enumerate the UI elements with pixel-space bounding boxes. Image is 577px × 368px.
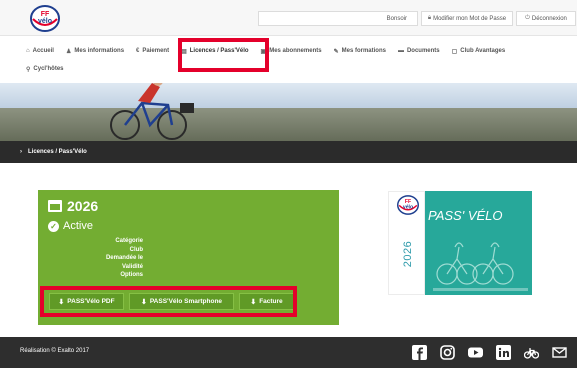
breadcrumb-current: Licences / Pass'Vélo xyxy=(28,149,87,155)
ffvelo-logo[interactable]: FF vélo xyxy=(30,5,60,32)
field-label-categorie: Catégorie xyxy=(115,238,143,244)
button-label: Facture xyxy=(259,298,283,305)
bike-icon[interactable] xyxy=(524,345,539,360)
greeting-text: Bonsoir xyxy=(386,15,407,22)
mail-icon[interactable] xyxy=(552,345,567,360)
field-label-validite: Validité xyxy=(121,263,143,270)
download-smartphone-button[interactable]: ⬇ PASS'Vélo Smartphone xyxy=(129,293,234,310)
pass-card-front: PASS' VÉLO xyxy=(425,191,532,295)
license-card: 2026 ✓ Active Catégorie Club Demandée le… xyxy=(38,190,339,325)
facebook-icon[interactable] xyxy=(412,345,427,360)
main-nav: ⌂ Accueil ♟ Mes informations € Paiement ▤ Li… xyxy=(0,37,577,83)
svg-text:vélo: vélo xyxy=(38,18,52,25)
button-label: PASS'Vélo PDF xyxy=(67,298,115,305)
chevron-right-icon: › xyxy=(20,149,22,155)
search-icon: ⚲ xyxy=(26,66,31,73)
license-year-heading: 2026 xyxy=(48,198,98,214)
nav-label: Mes abonnements xyxy=(269,48,322,54)
pass-card-stub: FF vélo 2026 xyxy=(388,191,425,295)
nav-row-2: ⚲ Cycl'hôtes xyxy=(26,59,76,79)
youtube-icon[interactable] xyxy=(468,345,483,360)
nav-label: Accueil xyxy=(32,48,54,54)
graduation-cap-icon: ✎ xyxy=(333,48,339,55)
users-icon: ♟ xyxy=(65,48,72,55)
pass-year-text: 2026 xyxy=(402,240,415,268)
card-icon: ▣ xyxy=(260,48,267,55)
nav-label: Paiement xyxy=(142,48,170,54)
logout-label: Déconnexion xyxy=(531,15,567,22)
download-pdf-button[interactable]: ⬇ PASS'Vélo PDF xyxy=(49,293,124,310)
nav-item-accueil[interactable]: ⌂ Accueil xyxy=(26,48,54,54)
nav-item-club-avantages[interactable]: ▢ Club Avantages xyxy=(452,48,506,55)
svg-text:vélo: vélo xyxy=(403,204,413,210)
bookmark-icon: ▢ xyxy=(451,48,458,55)
pass-velo-card: FF vélo 2026 PASS' VÉLO xyxy=(388,191,532,295)
header-links: Bonsoir 🔒︎ Modifier mon Mot de Passe ⏻ Déc… xyxy=(258,11,577,26)
id-card-icon: ▤ xyxy=(181,48,187,55)
nav-item-mes-abonnements[interactable]: ▣ Mes abonnements xyxy=(261,48,322,55)
hero-banner xyxy=(0,83,577,141)
site-footer: Réalisation © Exalto 2017 xyxy=(0,337,577,368)
pass-title: PASS' VÉLO xyxy=(428,208,503,223)
change-password-link[interactable]: 🔒︎ Modifier mon Mot de Passe xyxy=(421,11,513,26)
social-links xyxy=(412,345,577,360)
ffvelo-logo: FF vélo xyxy=(397,195,419,215)
nav-item-mes-informations[interactable]: ♟ Mes informations xyxy=(66,48,124,55)
power-icon: ⏻ xyxy=(525,15,530,21)
top-header: FF vélo Bonsoir 🔒︎ Modifier mon Mot de Pa… xyxy=(0,0,577,36)
svg-text:FF: FF xyxy=(41,11,50,18)
nav-item-licences[interactable]: ▤ Licences / Pass'Vélo xyxy=(181,48,248,55)
nav-label: Cycl'hôtes xyxy=(33,66,64,72)
download-icon: ⬇ xyxy=(140,298,147,306)
change-password-label: Modifier mon Mot de Passe xyxy=(433,15,507,22)
home-icon: ⌂ xyxy=(26,48,30,54)
field-label-options: Options xyxy=(120,272,143,278)
cyclists-illustration xyxy=(110,83,194,140)
download-icon: ⬇ xyxy=(58,298,65,306)
footer-credit: Réalisation © Exalto 2017 xyxy=(20,348,90,354)
license-status: ✓ Active xyxy=(48,220,93,232)
nav-row-1: ⌂ Accueil ♟ Mes informations € Paiement ▤ Li… xyxy=(26,41,517,61)
field-label-demandee: Demandée le xyxy=(105,255,143,261)
pass-year-vertical: 2026 xyxy=(398,236,418,272)
license-actions: ⬇ PASS'Vélo PDF ⬇ PASS'Vélo Smartphone ⬇ Fa… xyxy=(49,293,299,310)
license-fields: Catégorie Club Demandée le Validité Opti… xyxy=(48,237,143,280)
nav-label: Licences / Pass'Vélo xyxy=(189,48,249,54)
field-label-club: Club xyxy=(129,246,143,253)
license-year: 2026 xyxy=(67,198,99,214)
folder-icon: ▬ xyxy=(397,48,404,54)
nav-label: Documents xyxy=(406,48,440,54)
check-circle-icon: ✓ xyxy=(48,220,59,232)
breadcrumb: › Licences / Pass'Vélo xyxy=(0,141,577,163)
linkedin-icon[interactable] xyxy=(496,345,511,360)
logout-link[interactable]: ⏻ Déconnexion xyxy=(516,11,576,26)
euro-icon: € xyxy=(136,48,140,54)
pass-card-footer-strip xyxy=(433,288,528,291)
download-icon: ⬇ xyxy=(250,298,257,306)
nav-label: Mes formations xyxy=(341,48,386,54)
button-label: PASS'Vélo Smartphone xyxy=(149,298,223,305)
status-text: Active xyxy=(63,220,93,232)
greeting: Bonsoir xyxy=(258,11,418,26)
nav-label: Club Avantages xyxy=(460,48,506,54)
lock-icon: 🔒︎ xyxy=(427,15,432,21)
nav-item-documents[interactable]: ▬ Documents xyxy=(398,48,440,54)
download-invoice-button[interactable]: ⬇ Facture xyxy=(239,293,294,310)
cyclists-outline-illustration xyxy=(436,242,514,285)
nav-label: Mes informations xyxy=(74,48,125,54)
nav-item-cyclhotes[interactable]: ⚲ Cycl'hôtes xyxy=(26,66,64,73)
nav-item-mes-formations[interactable]: ✎ Mes formations xyxy=(334,48,386,55)
calendar-icon xyxy=(48,200,62,212)
instagram-icon[interactable] xyxy=(440,345,455,360)
nav-item-paiement[interactable]: € Paiement xyxy=(136,48,169,54)
